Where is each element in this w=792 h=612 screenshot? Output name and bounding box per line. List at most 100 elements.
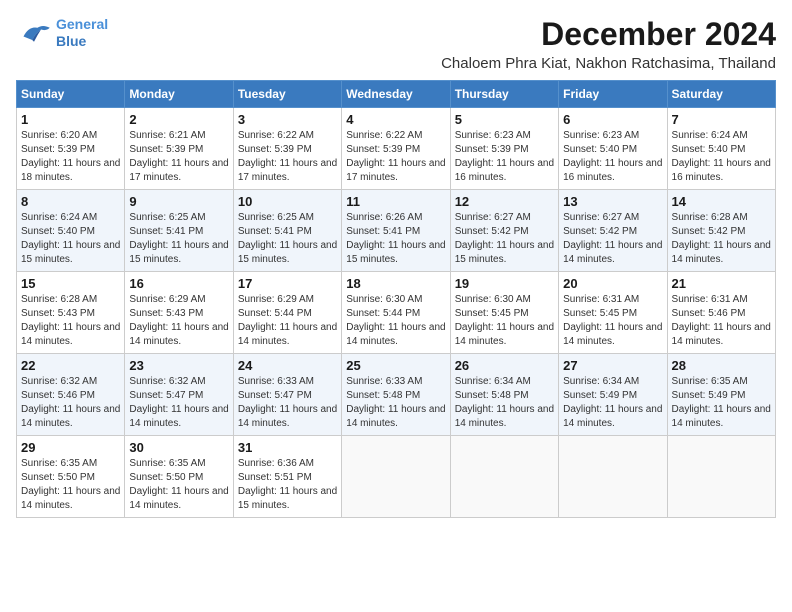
calendar-cell: 26Sunrise: 6:34 AMSunset: 5:48 PMDayligh… [450,354,558,436]
cell-info: Sunrise: 6:25 AMSunset: 5:41 PMDaylight:… [238,211,337,267]
calendar-cell: 29 Sunrise: 6:35 AMSunset: 5:50 PMDayligh… [17,436,125,518]
day-number: 5 [455,112,554,127]
day-number: 3 [238,112,337,127]
calendar-cell: 12Sunrise: 6:27 AMSunset: 5:42 PMDayligh… [450,190,558,272]
cell-info: Sunrise: 6:23 AMSunset: 5:39 PMDaylight:… [455,129,554,185]
cell-info: Sunrise: 6:30 AMSunset: 5:45 PMDaylight:… [455,293,554,349]
cell-info: Sunrise: 6:20 AMSunset: 5:39 PMDaylight:… [21,129,120,185]
day-number: 11 [346,194,445,209]
cell-info: Sunrise: 6:28 AMSunset: 5:43 PMDaylight:… [21,293,120,349]
day-of-week-header: Sunday [17,81,125,108]
calendar-cell: 16 Sunrise: 6:29 AMSunset: 5:43 PMDayligh… [125,272,233,354]
day-of-week-header: Tuesday [233,81,341,108]
cell-info: Sunrise: 6:31 AMSunset: 5:45 PMDaylight:… [563,293,662,349]
logo-text: General Blue [56,16,108,50]
calendar-cell: 13 Sunrise: 6:27 AMSunset: 5:42 PMDayligh… [559,190,667,272]
location-subtitle: Chaloem Phra Kiat, Nakhon Ratchasima, Th… [441,55,776,72]
day-number: 8 [21,194,120,209]
calendar-cell: 6Sunrise: 6:23 AMSunset: 5:40 PMDaylight… [559,108,667,190]
cell-info: Sunrise: 6:25 AMSunset: 5:41 PMDaylight:… [129,211,228,267]
day-number: 13 [563,194,662,209]
calendar-cell: 23 Sunrise: 6:32 AMSunset: 5:47 PMDayligh… [125,354,233,436]
cell-info: Sunrise: 6:24 AMSunset: 5:40 PMDaylight:… [21,211,120,267]
day-number: 22 [21,358,120,373]
calendar-header-row: SundayMondayTuesdayWednesdayThursdayFrid… [17,81,776,108]
calendar-cell: 24Sunrise: 6:33 AMSunset: 5:47 PMDayligh… [233,354,341,436]
day-number: 25 [346,358,445,373]
day-number: 31 [238,440,337,455]
cell-info: Sunrise: 6:26 AMSunset: 5:41 PMDaylight:… [346,211,445,267]
calendar-cell: 15 Sunrise: 6:28 AMSunset: 5:43 PMDayligh… [17,272,125,354]
calendar-cell: 1 Sunrise: 6:20 AMSunset: 5:39 PMDaylight… [17,108,125,190]
cell-info: Sunrise: 6:35 AMSunset: 5:50 PMDaylight:… [21,457,120,513]
day-of-week-header: Friday [559,81,667,108]
day-number: 17 [238,276,337,291]
calendar-cell: 14Sunrise: 6:28 AMSunset: 5:42 PMDayligh… [667,190,775,272]
calendar-cell: 27 Sunrise: 6:34 AMSunset: 5:49 PMDayligh… [559,354,667,436]
day-number: 21 [672,276,771,291]
day-number: 7 [672,112,771,127]
calendar-cell: 7 Sunrise: 6:24 AMSunset: 5:40 PMDaylight… [667,108,775,190]
day-number: 19 [455,276,554,291]
cell-info: Sunrise: 6:23 AMSunset: 5:40 PMDaylight:… [563,129,662,185]
cell-info: Sunrise: 6:32 AMSunset: 5:47 PMDaylight:… [129,375,228,431]
calendar-cell: 10 Sunrise: 6:25 AMSunset: 5:41 PMDayligh… [233,190,341,272]
day-of-week-header: Monday [125,81,233,108]
cell-info: Sunrise: 6:36 AMSunset: 5:51 PMDaylight:… [238,457,337,513]
cell-info: Sunrise: 6:22 AMSunset: 5:39 PMDaylight:… [238,129,337,185]
day-number: 12 [455,194,554,209]
day-number: 29 [21,440,120,455]
calendar-cell [450,436,558,518]
calendar-cell: 22 Sunrise: 6:32 AMSunset: 5:46 PMDayligh… [17,354,125,436]
calendar-cell: 17Sunrise: 6:29 AMSunset: 5:44 PMDayligh… [233,272,341,354]
day-number: 27 [563,358,662,373]
cell-info: Sunrise: 6:24 AMSunset: 5:40 PMDaylight:… [672,129,771,185]
calendar-cell: 2 Sunrise: 6:21 AMSunset: 5:39 PMDaylight… [125,108,233,190]
day-number: 10 [238,194,337,209]
cell-info: Sunrise: 6:21 AMSunset: 5:39 PMDaylight:… [129,129,228,185]
cell-info: Sunrise: 6:27 AMSunset: 5:42 PMDaylight:… [563,211,662,267]
month-title: December 2024 [441,16,776,53]
cell-info: Sunrise: 6:32 AMSunset: 5:46 PMDaylight:… [21,375,120,431]
calendar-cell: 8 Sunrise: 6:24 AMSunset: 5:40 PMDaylight… [17,190,125,272]
cell-info: Sunrise: 6:22 AMSunset: 5:39 PMDaylight:… [346,129,445,185]
title-block: December 2024 Chaloem Phra Kiat, Nakhon … [441,16,776,72]
cell-info: Sunrise: 6:35 AMSunset: 5:49 PMDaylight:… [672,375,771,431]
cell-info: Sunrise: 6:34 AMSunset: 5:48 PMDaylight:… [455,375,554,431]
cell-info: Sunrise: 6:28 AMSunset: 5:42 PMDaylight:… [672,211,771,267]
cell-info: Sunrise: 6:34 AMSunset: 5:49 PMDaylight:… [563,375,662,431]
day-number: 1 [21,112,120,127]
day-number: 2 [129,112,228,127]
cell-info: Sunrise: 6:33 AMSunset: 5:48 PMDaylight:… [346,375,445,431]
calendar-cell [667,436,775,518]
calendar-cell: 5 Sunrise: 6:23 AMSunset: 5:39 PMDaylight… [450,108,558,190]
day-number: 23 [129,358,228,373]
day-number: 28 [672,358,771,373]
cell-info: Sunrise: 6:31 AMSunset: 5:46 PMDaylight:… [672,293,771,349]
day-number: 4 [346,112,445,127]
logo: General Blue [16,16,108,50]
calendar-week-row: 1 Sunrise: 6:20 AMSunset: 5:39 PMDaylight… [17,108,776,190]
cell-info: Sunrise: 6:35 AMSunset: 5:50 PMDaylight:… [129,457,228,513]
day-of-week-header: Thursday [450,81,558,108]
calendar-week-row: 8 Sunrise: 6:24 AMSunset: 5:40 PMDaylight… [17,190,776,272]
calendar-cell: 11 Sunrise: 6:26 AMSunset: 5:41 PMDayligh… [342,190,450,272]
calendar-week-row: 15 Sunrise: 6:28 AMSunset: 5:43 PMDayligh… [17,272,776,354]
calendar-cell: 3 Sunrise: 6:22 AMSunset: 5:39 PMDaylight… [233,108,341,190]
logo-icon [16,19,52,47]
cell-info: Sunrise: 6:29 AMSunset: 5:43 PMDaylight:… [129,293,228,349]
calendar-cell: 28 Sunrise: 6:35 AMSunset: 5:49 PMDayligh… [667,354,775,436]
day-of-week-header: Saturday [667,81,775,108]
day-number: 16 [129,276,228,291]
calendar-cell [342,436,450,518]
calendar-cell: 30 Sunrise: 6:35 AMSunset: 5:50 PMDayligh… [125,436,233,518]
cell-info: Sunrise: 6:30 AMSunset: 5:44 PMDaylight:… [346,293,445,349]
page-header: General Blue December 2024 Chaloem Phra … [16,16,776,72]
calendar-table: SundayMondayTuesdayWednesdayThursdayFrid… [16,80,776,518]
calendar-week-row: 22 Sunrise: 6:32 AMSunset: 5:46 PMDayligh… [17,354,776,436]
calendar-cell: 25 Sunrise: 6:33 AMSunset: 5:48 PMDayligh… [342,354,450,436]
calendar-cell: 20Sunrise: 6:31 AMSunset: 5:45 PMDayligh… [559,272,667,354]
day-of-week-header: Wednesday [342,81,450,108]
day-number: 15 [21,276,120,291]
day-number: 30 [129,440,228,455]
